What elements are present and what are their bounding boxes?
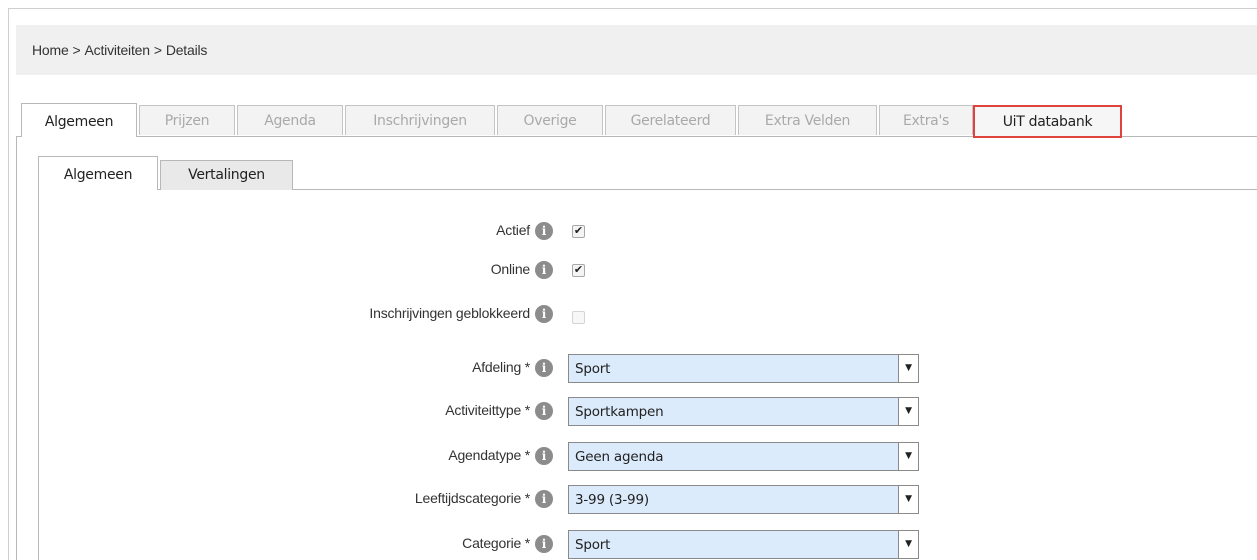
- info-icon[interactable]: i: [535, 535, 553, 553]
- agendatype-value: Geen agenda: [575, 449, 664, 465]
- info-icon[interactable]: i: [535, 359, 553, 377]
- breadcrumb-bar: Home > Activiteiten > Details: [16, 25, 1257, 75]
- chevron-down-icon[interactable]: ▼: [898, 355, 918, 382]
- categorie-value: Sport: [575, 537, 611, 553]
- chevron-down-icon[interactable]: ▼: [898, 398, 918, 425]
- inschrijvingen-geblokkeerd-label: Inschrijvingen geblokkeerd: [369, 305, 530, 321]
- form-row-leeftijdscategorie: Leeftijdscategorie * i 3-99 (3-99) ▼: [38, 484, 1257, 514]
- actief-label: Actief: [496, 222, 530, 238]
- info-icon[interactable]: i: [535, 402, 553, 420]
- tab-uit-databank[interactable]: UiT databank: [973, 105, 1122, 138]
- breadcrumb-current: Details: [165, 42, 208, 58]
- subtab-vertalingen[interactable]: Vertalingen: [160, 160, 293, 190]
- chevron-down-icon[interactable]: ▼: [898, 486, 918, 513]
- info-icon[interactable]: i: [535, 490, 553, 508]
- info-icon[interactable]: i: [535, 222, 553, 240]
- afdeling-value: Sport: [575, 361, 611, 377]
- agendatype-label: Agendatype *: [448, 447, 530, 463]
- afdeling-label: Afdeling *: [472, 359, 530, 375]
- categorie-label: Categorie *: [462, 535, 530, 551]
- form-row-actief: Actief i ✔: [38, 216, 1257, 246]
- breadcrumb-separator: >: [72, 42, 81, 58]
- leeftijdscategorie-label: Leeftijdscategorie *: [414, 490, 530, 506]
- tab-algemeen[interactable]: Algemeen: [21, 103, 137, 137]
- inschrijvingen-geblokkeerd-checkbox[interactable]: [572, 311, 585, 324]
- activiteittype-select[interactable]: Sportkampen ▼: [568, 397, 919, 426]
- form-row-activiteittype: Activiteittype * i Sportkampen ▼: [38, 396, 1257, 426]
- form-row-agendatype: Agendatype * i Geen agenda ▼: [38, 441, 1257, 471]
- activiteittype-value: Sportkampen: [575, 404, 664, 420]
- breadcrumb-home[interactable]: Home: [32, 42, 69, 58]
- info-icon[interactable]: i: [535, 447, 553, 465]
- tab-prijzen[interactable]: Prijzen: [139, 105, 235, 135]
- actief-checkbox[interactable]: ✔: [572, 225, 585, 238]
- activiteittype-label: Activiteittype *: [445, 402, 530, 418]
- breadcrumb-activiteiten[interactable]: Activiteiten: [85, 42, 150, 58]
- sub-tab-bar: Algemeen Vertalingen: [38, 156, 1257, 190]
- tab-agenda[interactable]: Agenda: [237, 105, 343, 135]
- form-row-inschrijvingen-geblokkeerd: Inschrijvingen geblokkeerd i: [38, 299, 1257, 329]
- tab-inschrijvingen[interactable]: Inschrijvingen: [345, 105, 495, 135]
- leeftijdscategorie-value: 3-99 (3-99): [575, 492, 649, 508]
- chevron-down-icon[interactable]: ▼: [898, 531, 918, 558]
- subtab-algemeen[interactable]: Algemeen: [38, 156, 158, 190]
- tab-extra-velden[interactable]: Extra Velden: [738, 105, 877, 135]
- online-checkbox[interactable]: ✔: [572, 264, 585, 277]
- main-tab-bar: Algemeen Prijzen Agenda Inschrijvingen O…: [16, 103, 1257, 138]
- chevron-down-icon[interactable]: ▼: [898, 443, 918, 470]
- form-row-afdeling: Afdeling * i Sport ▼: [38, 353, 1257, 383]
- agendatype-select[interactable]: Geen agenda ▼: [568, 442, 919, 471]
- form-row-categorie: Categorie * i Sport ▼: [38, 529, 1257, 559]
- leeftijdscategorie-select[interactable]: 3-99 (3-99) ▼: [568, 485, 919, 514]
- tab-extras[interactable]: Extra's: [879, 105, 973, 135]
- form-row-online: Online i ✔: [38, 255, 1257, 285]
- tab-gerelateerd[interactable]: Gerelateerd: [605, 105, 736, 135]
- breadcrumb: Home > Activiteiten > Details: [32, 42, 207, 58]
- online-label: Online: [490, 261, 530, 277]
- info-icon[interactable]: i: [535, 261, 553, 279]
- afdeling-select[interactable]: Sport ▼: [568, 354, 919, 383]
- tab-overige[interactable]: Overige: [497, 105, 603, 135]
- info-icon[interactable]: i: [535, 305, 553, 323]
- categorie-select[interactable]: Sport ▼: [568, 530, 919, 559]
- breadcrumb-separator: >: [153, 42, 162, 58]
